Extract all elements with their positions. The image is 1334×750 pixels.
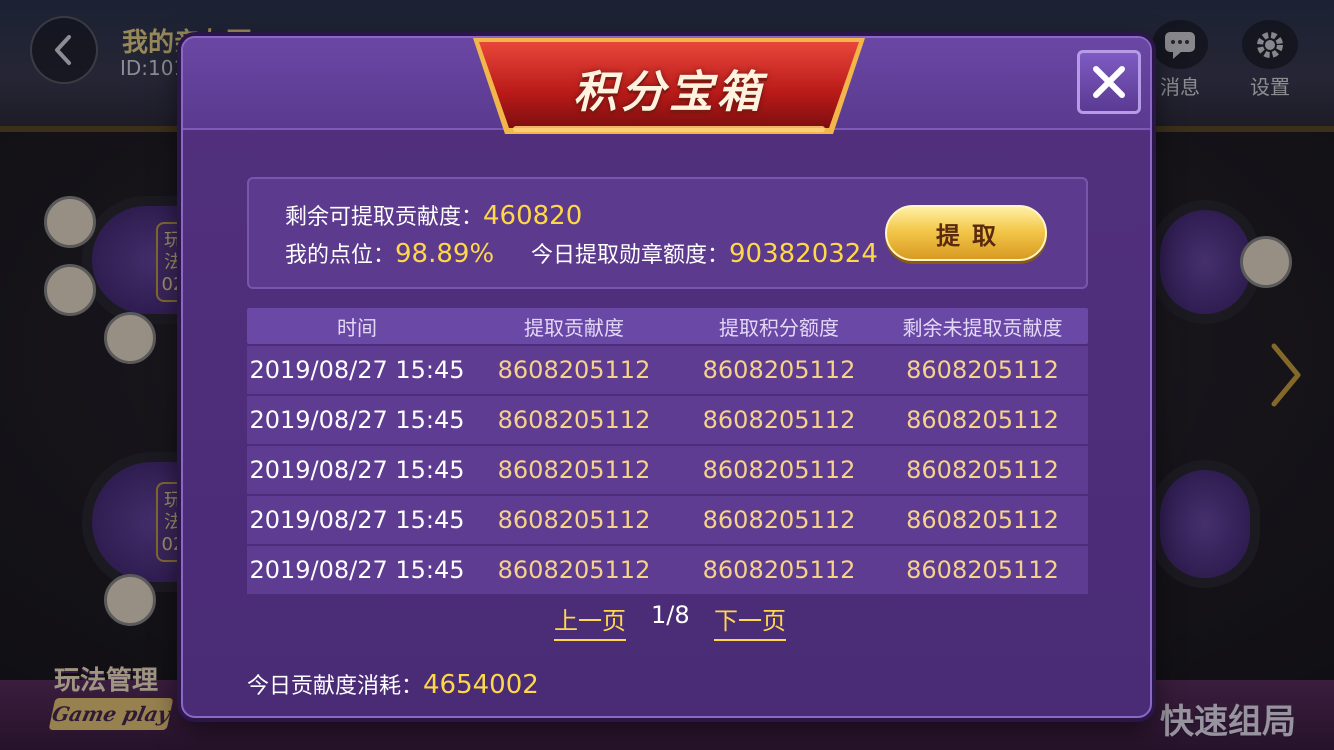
title-banner: 积分宝箱 [473, 34, 865, 138]
header-time: 时间 [337, 315, 377, 340]
modal-title: 积分宝箱 [573, 67, 765, 118]
cell-claimed-contribution: 8608205112 [497, 406, 651, 434]
remaining-contribution-value: 460820 [483, 201, 583, 231]
table-row: 2019/08/27 15:45 8608205112 8608205112 8… [247, 394, 1088, 444]
close-icon [1093, 66, 1125, 98]
cell-remaining-contribution: 8608205112 [906, 456, 1059, 484]
table-row: 2019/08/27 15:45 8608205112 8608205112 8… [247, 444, 1088, 494]
my-point-value: 98.89% [395, 239, 495, 269]
cell-claimed-contribution: 8608205112 [497, 356, 651, 384]
summary-panel: 剩余可提取贡献度：460820 我的点位：98.89% 今日提取勋章额度：903… [247, 177, 1088, 289]
prev-page-label: 上一页 [554, 607, 626, 641]
cell-claimed-points: 8608205112 [702, 556, 856, 584]
claim-button[interactable]: 提取 [885, 205, 1047, 261]
page-indicator: 1/8 [651, 601, 690, 641]
close-button[interactable] [1077, 50, 1141, 114]
my-point-label: 我的点位： [285, 243, 396, 268]
today-consumption-value: 4654002 [423, 670, 539, 700]
remaining-contribution-row: 剩余可提取贡献度：460820 [285, 199, 582, 231]
page-indicator-label: 1/8 [651, 601, 690, 629]
header-claimed-points: 提取积分额度 [719, 315, 839, 340]
today-consumption-label: 今日贡献度消耗： [247, 674, 424, 699]
today-claim-value: 903820324 [729, 239, 878, 269]
my-point-row: 我的点位：98.89% [285, 237, 494, 269]
table-header: 时间 提取贡献度 提取积分额度 剩余未提取贡献度 [247, 308, 1088, 344]
cell-claimed-contribution: 8608205112 [497, 556, 651, 584]
points-treasure-modal: 积分宝箱 剩余可提取贡献度：460820 我的点位：98.89% 今日提取勋章额… [181, 36, 1152, 718]
cell-time: 2019/08/27 15:45 [249, 406, 465, 434]
cell-remaining-contribution: 8608205112 [906, 356, 1059, 384]
header-remaining-contribution: 剩余未提取贡献度 [902, 315, 1063, 340]
table-row: 2019/08/27 15:45 8608205112 8608205112 8… [247, 494, 1088, 544]
cell-time: 2019/08/27 15:45 [249, 556, 465, 584]
prev-page-link[interactable]: 上一页 [554, 601, 626, 641]
cell-claimed-points: 8608205112 [702, 356, 856, 384]
header-claimed-contribution: 提取贡献度 [524, 315, 624, 340]
cell-remaining-contribution: 8608205112 [906, 556, 1059, 584]
claim-button-label: 提取 [936, 221, 1008, 250]
today-consumption-row: 今日贡献度消耗：4654002 [247, 668, 539, 700]
table-row: 2019/08/27 15:45 8608205112 8608205112 8… [247, 544, 1088, 594]
today-claim-label: 今日提取勋章额度： [531, 243, 730, 268]
cell-time: 2019/08/27 15:45 [249, 506, 465, 534]
cell-time: 2019/08/27 15:45 [249, 356, 465, 384]
cell-remaining-contribution: 8608205112 [906, 506, 1059, 534]
cell-time: 2019/08/27 15:45 [249, 456, 465, 484]
today-claim-row: 今日提取勋章额度：903820324 [531, 237, 878, 269]
next-page-label: 下一页 [714, 607, 786, 641]
table-row: 2019/08/27 15:45 8608205112 8608205112 8… [247, 344, 1088, 394]
cell-claimed-points: 8608205112 [702, 506, 856, 534]
cell-remaining-contribution: 8608205112 [906, 406, 1059, 434]
remaining-contribution-label: 剩余可提取贡献度： [285, 205, 484, 230]
cell-claimed-points: 8608205112 [702, 456, 856, 484]
cell-claimed-contribution: 8608205112 [497, 456, 651, 484]
history-table: 时间 提取贡献度 提取积分额度 剩余未提取贡献度 2019/08/27 15:4… [247, 308, 1088, 594]
next-page-link[interactable]: 下一页 [714, 601, 786, 641]
cell-claimed-contribution: 8608205112 [497, 506, 651, 534]
cell-claimed-points: 8608205112 [702, 406, 856, 434]
